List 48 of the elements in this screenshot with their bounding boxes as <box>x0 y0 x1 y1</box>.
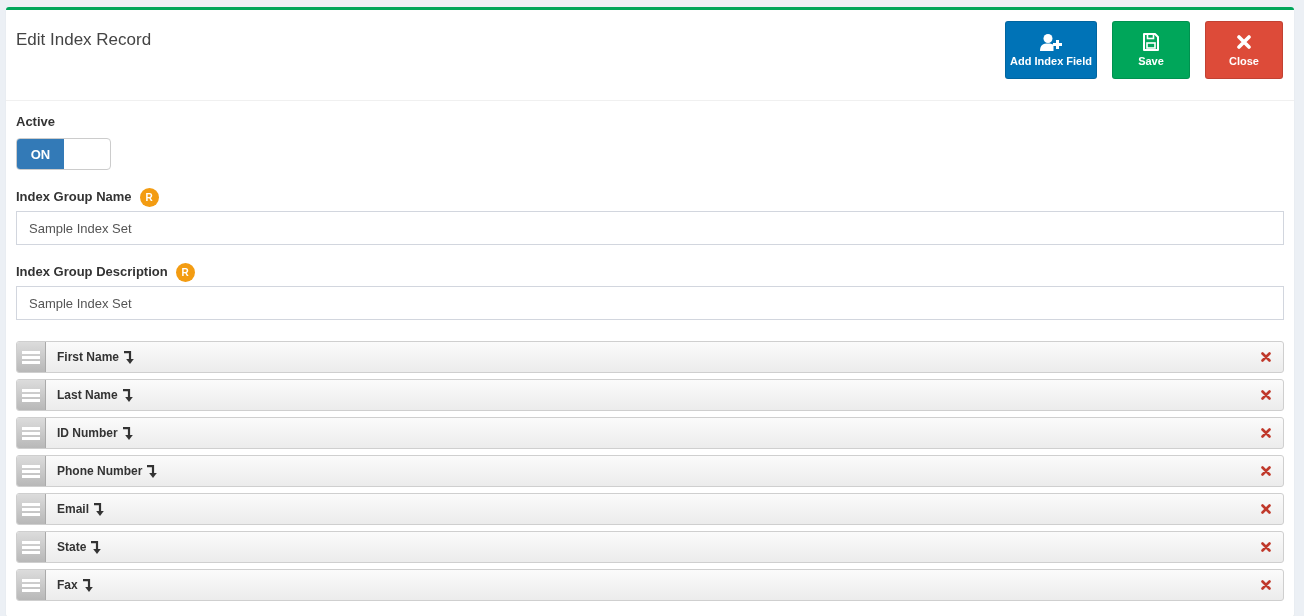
drag-handle-icon[interactable] <box>17 342 46 372</box>
drag-handle-icon[interactable] <box>17 494 46 524</box>
index-field-item[interactable]: Last Name <box>16 379 1284 411</box>
turn-down-arrow-icon <box>94 502 104 516</box>
toggle-switch[interactable]: ON <box>16 138 111 170</box>
index-field-item[interactable]: ID Number <box>16 417 1284 449</box>
index-field-item[interactable]: Fax <box>16 569 1284 601</box>
turn-down-arrow-icon <box>124 350 135 364</box>
text-input[interactable]: Sample Index Set <box>16 211 1284 245</box>
field-name: State <box>57 540 87 554</box>
turn-down-arrow-icon <box>91 540 102 554</box>
add-field-button[interactable]: Add Index Field <box>1005 21 1097 79</box>
drag-handle-icon[interactable] <box>17 570 46 600</box>
index-field-item[interactable]: State <box>16 531 1284 563</box>
index-field-item[interactable]: Email <box>16 493 1284 525</box>
page-title: Edit Index Record <box>16 29 152 51</box>
required-badge: R <box>175 262 195 282</box>
field-name: Fax <box>57 578 78 592</box>
drag-handle-icon[interactable] <box>17 418 46 448</box>
turn-down-arrow-icon <box>122 388 133 402</box>
turn-down-arrow-icon <box>122 426 133 440</box>
drag-handle-icon[interactable] <box>17 532 46 562</box>
close-button[interactable]: Close <box>1205 21 1283 79</box>
remove-icon[interactable] <box>1261 352 1271 362</box>
remove-icon[interactable] <box>1261 428 1271 438</box>
index-field-item[interactable]: First Name <box>16 341 1284 373</box>
close-icon <box>1237 35 1251 49</box>
remove-icon[interactable] <box>1261 504 1271 514</box>
index-field-item[interactable]: Phone Number <box>16 455 1284 487</box>
field-name: First Name <box>57 350 120 364</box>
drag-handle-icon[interactable] <box>17 380 46 410</box>
required-badge: R <box>139 187 159 207</box>
remove-icon[interactable] <box>1261 542 1271 552</box>
turn-down-arrow-icon <box>147 464 158 478</box>
text-input[interactable]: Sample Index Set <box>16 286 1284 320</box>
remove-icon[interactable] <box>1261 390 1271 400</box>
field-label: Index Group Description <box>16 263 168 281</box>
user-plus-icon <box>1040 33 1063 51</box>
field-name: ID Number <box>57 426 118 440</box>
field-name: Phone Number <box>57 464 143 478</box>
field-name: Email <box>57 502 89 516</box>
remove-icon[interactable] <box>1261 580 1271 590</box>
field-name: Last Name <box>57 388 118 402</box>
remove-icon[interactable] <box>1261 466 1271 476</box>
field-label: Index Group Name <box>16 188 132 206</box>
turn-down-arrow-icon <box>82 578 93 592</box>
field-label: Active <box>16 113 56 131</box>
drag-handle-icon[interactable] <box>17 456 46 486</box>
